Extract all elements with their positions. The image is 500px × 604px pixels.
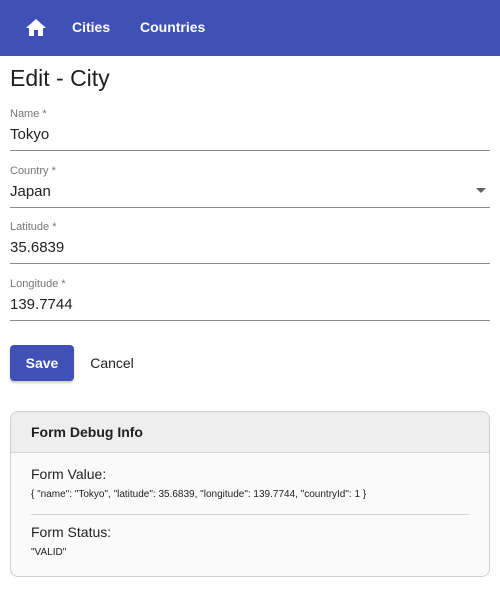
debug-card-title: Form Debug Info <box>11 412 489 453</box>
longitude-underline <box>10 320 490 321</box>
longitude-field: Longitude * <box>10 277 490 321</box>
name-input[interactable] <box>10 125 490 145</box>
latitude-underline <box>10 263 490 264</box>
latitude-label: Latitude * <box>10 221 57 233</box>
latitude-field: Latitude * <box>10 220 490 264</box>
home-icon <box>26 19 46 36</box>
cancel-button[interactable]: Cancel <box>82 345 142 381</box>
country-select[interactable]: Japan <box>10 178 490 202</box>
country-label: Country * <box>10 165 56 177</box>
longitude-label: Longitude * <box>10 278 66 290</box>
form-value-label: Form Value: <box>31 466 107 482</box>
name-label: Name * <box>10 108 47 120</box>
nav-cities-link[interactable]: Cities <box>72 18 110 36</box>
debug-card-body: Form Value: { "name": "Tokyo", "latitude… <box>11 453 489 560</box>
longitude-input[interactable] <box>10 295 490 315</box>
debug-divider <box>31 514 469 515</box>
page-title: Edit - City <box>10 65 110 91</box>
country-field: Country * Japan <box>10 164 490 208</box>
country-selected-value: Japan <box>10 183 51 200</box>
top-toolbar: Cities Countries <box>0 0 500 56</box>
save-button[interactable]: Save <box>10 345 74 381</box>
form-value-json: { "name": "Tokyo", "latitude": 35.6839, … <box>31 489 367 500</box>
latitude-input[interactable] <box>10 238 490 258</box>
name-underline <box>10 150 490 151</box>
form-status-label: Form Status: <box>31 524 112 540</box>
home-button[interactable] <box>24 16 48 40</box>
country-underline <box>10 207 490 208</box>
dropdown-arrow-icon <box>476 187 486 193</box>
name-field: Name * <box>10 107 490 151</box>
form-status-value: "VALID" <box>31 547 67 558</box>
form-debug-card: Form Debug Info Form Value: { "name": "T… <box>10 411 490 577</box>
nav-countries-link[interactable]: Countries <box>140 18 205 36</box>
